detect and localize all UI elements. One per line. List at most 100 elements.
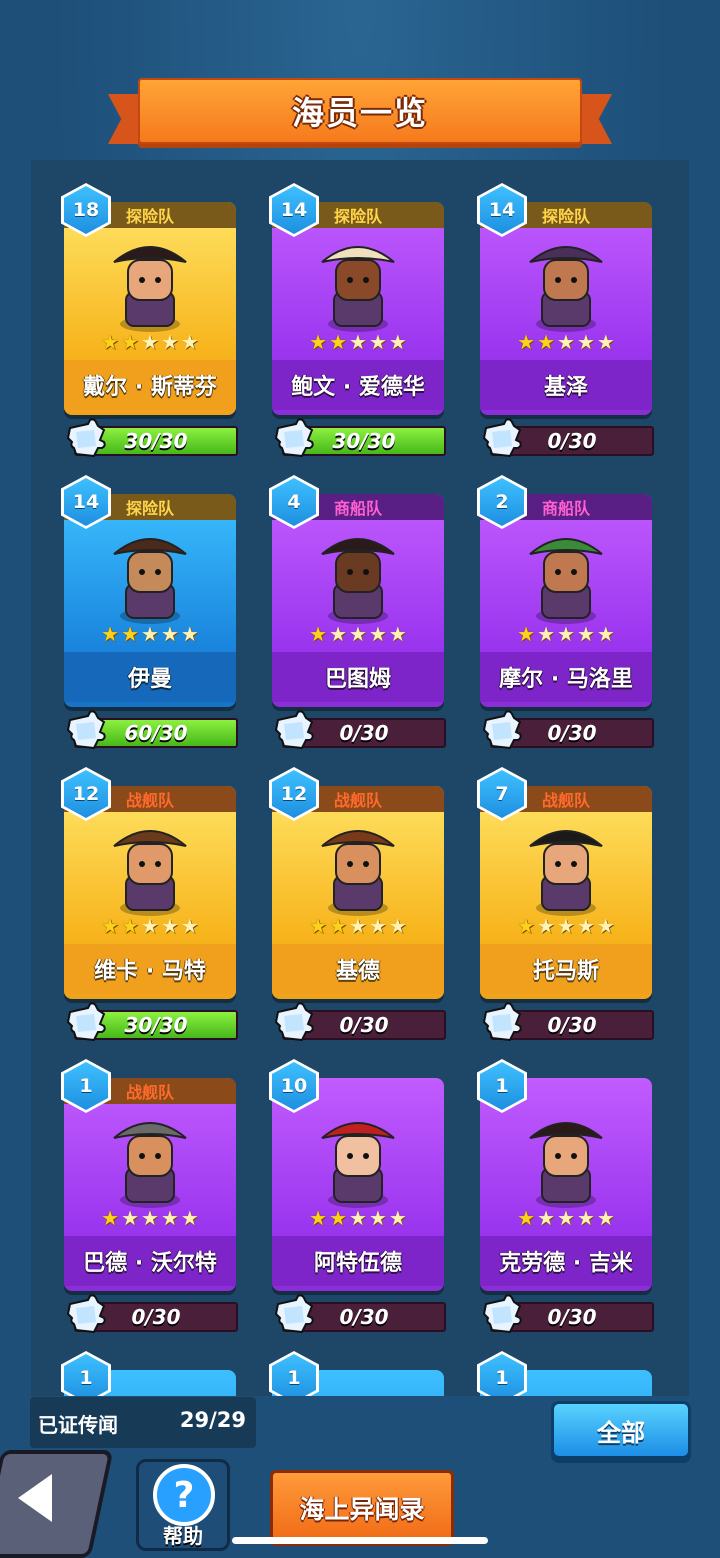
puzzle-piece-icon xyxy=(272,1294,316,1334)
star-icon: ★ xyxy=(309,1206,328,1230)
braid-lady-icon xyxy=(308,524,408,624)
crew-card[interactable]: 探险队 ★ ★ ★ ★ ★ 基泽 14 0/30 xyxy=(477,183,654,458)
crew-card[interactable]: 战舰队 ★ ★ ★ ★ ★ 巴德 · 沃尔特 1 0/30 xyxy=(61,1059,238,1334)
puzzle-piece-icon xyxy=(64,418,108,458)
star-icon: ★ xyxy=(576,622,595,646)
star-icon: ★ xyxy=(101,914,120,938)
crew-card-partial[interactable]: 1 xyxy=(477,1351,652,1396)
star-rating: ★ ★ ★ ★ ★ xyxy=(480,914,652,940)
star-icon: ★ xyxy=(121,330,140,354)
star-icon: ★ xyxy=(557,622,575,646)
star-icon: ★ xyxy=(368,1206,387,1230)
crew-card[interactable]: 探险队 ★ ★ ★ ★ ★ 鲍文 · 爱德华 14 30/30 xyxy=(269,183,446,458)
star-icon: ★ xyxy=(537,330,556,354)
help-button[interactable]: ? 帮助 xyxy=(136,1459,230,1551)
help-label: 帮助 xyxy=(163,1524,203,1548)
star-icon: ★ xyxy=(180,1206,199,1230)
crew-card[interactable]: 战舰队 ★ ★ ★ ★ ★ 托马斯 7 0/30 xyxy=(477,767,654,1042)
sea-tales-button[interactable]: 海上异闻录 xyxy=(270,1470,454,1546)
star-icon: ★ xyxy=(557,914,575,938)
pirate-captain-icon xyxy=(516,1108,616,1208)
star-icon: ★ xyxy=(537,914,556,938)
star-icon: ★ xyxy=(309,622,328,646)
star-icon: ★ xyxy=(349,914,367,938)
puzzle-piece-icon xyxy=(64,710,108,750)
puzzle-piece-icon xyxy=(480,1002,524,1042)
star-icon: ★ xyxy=(368,622,387,646)
star-icon: ★ xyxy=(141,622,159,646)
skull-hat-pirate-icon xyxy=(516,816,616,916)
star-rating: ★ ★ ★ ★ ★ xyxy=(272,914,444,940)
puzzle-piece-icon xyxy=(480,418,524,458)
puzzle-piece-icon xyxy=(272,418,316,458)
crew-card[interactable]: 战舰队 ★ ★ ★ ★ ★ 基德 12 0/30 xyxy=(269,767,446,1042)
proved-count: 29/29 xyxy=(179,1408,246,1432)
banner-main: 海员一览 xyxy=(138,78,582,144)
crew-card[interactable]: 探险队 ★ ★ ★ ★ ★ 戴尔 · 斯蒂芬 18 30/30 xyxy=(61,183,238,458)
star-icon: ★ xyxy=(101,330,120,354)
crew-card[interactable]: 商船队 ★ ★ ★ ★ ★ 巴图姆 4 0/30 xyxy=(269,475,446,750)
crew-card[interactable]: 探险队 ★ ★ ★ ★ ★ 伊曼 14 60/30 xyxy=(61,475,238,750)
pirate-captain-icon xyxy=(100,232,200,332)
star-rating: ★ ★ ★ ★ ★ xyxy=(480,330,652,356)
back-arrow-icon xyxy=(18,1474,52,1522)
star-icon: ★ xyxy=(160,1206,179,1230)
star-icon: ★ xyxy=(141,1206,159,1230)
star-icon: ★ xyxy=(537,1206,556,1230)
star-icon: ★ xyxy=(329,330,348,354)
puzzle-piece-icon xyxy=(272,710,316,750)
star-icon: ★ xyxy=(349,330,367,354)
page-title: 海员一览 xyxy=(291,94,428,132)
puzzle-piece-icon xyxy=(64,1002,108,1042)
star-icon: ★ xyxy=(329,622,348,646)
star-rating: ★ ★ ★ ★ ★ xyxy=(64,622,236,648)
crew-grid[interactable]: 探险队 ★ ★ ★ ★ ★ 戴尔 · 斯蒂芬 18 30/30 探险队 ★ ★ … xyxy=(31,160,689,1396)
filter-all-button[interactable]: 全部 xyxy=(551,1401,691,1459)
crew-card-partial[interactable]: 1 xyxy=(61,1351,236,1396)
crew-name: 巴德 · 沃尔特 xyxy=(64,1236,236,1286)
star-rating: ★ ★ ★ ★ ★ xyxy=(272,622,444,648)
star-icon: ★ xyxy=(141,914,159,938)
curly-hair-icon xyxy=(100,524,200,624)
star-icon: ★ xyxy=(329,914,348,938)
star-icon: ★ xyxy=(121,1206,140,1230)
crew-name: 阿特伍德 xyxy=(272,1236,444,1286)
crew-card[interactable]: ★ ★ ★ ★ ★ 阿特伍德 10 0/30 xyxy=(269,1059,446,1334)
puzzle-piece-icon xyxy=(272,1002,316,1042)
puzzle-piece-icon xyxy=(64,1294,108,1334)
crew-name: 巴图姆 xyxy=(272,652,444,702)
proved-rumors-box: 已证传闻 29/29 xyxy=(30,1397,256,1448)
proved-label: 已证传闻 xyxy=(38,1413,118,1437)
crew-name: 克劳德 · 吉米 xyxy=(480,1236,652,1286)
puzzle-piece-icon xyxy=(480,1294,524,1334)
star-icon: ★ xyxy=(141,330,159,354)
star-icon: ★ xyxy=(329,1206,348,1230)
crew-name: 摩尔 · 马洛里 xyxy=(480,652,652,702)
star-icon: ★ xyxy=(349,622,367,646)
star-icon: ★ xyxy=(309,330,328,354)
crew-name: 维卡 · 马特 xyxy=(64,944,236,994)
crew-name: 托马斯 xyxy=(480,944,652,994)
question-mark-icon: ? xyxy=(153,1464,215,1526)
star-icon: ★ xyxy=(121,622,140,646)
red-hair-lady-icon xyxy=(308,1108,408,1208)
crew-card[interactable]: 战舰队 ★ ★ ★ ★ ★ 维卡 · 马特 12 30/30 xyxy=(61,767,238,1042)
star-icon: ★ xyxy=(388,330,407,354)
star-icon: ★ xyxy=(537,622,556,646)
crew-card[interactable]: ★ ★ ★ ★ ★ 克劳德 · 吉米 1 0/30 xyxy=(477,1059,654,1334)
star-icon: ★ xyxy=(180,914,199,938)
crowned-king-icon xyxy=(308,816,408,916)
viking-icon xyxy=(100,1108,200,1208)
star-icon: ★ xyxy=(160,622,179,646)
star-icon: ★ xyxy=(557,330,575,354)
star-icon: ★ xyxy=(388,622,407,646)
star-rating: ★ ★ ★ ★ ★ xyxy=(272,1206,444,1232)
star-icon: ★ xyxy=(368,330,387,354)
crew-card-partial[interactable]: 1 xyxy=(269,1351,444,1396)
star-icon: ★ xyxy=(101,1206,120,1230)
star-rating: ★ ★ ★ ★ ★ xyxy=(64,330,236,356)
star-icon: ★ xyxy=(596,622,615,646)
star-rating: ★ ★ ★ ★ ★ xyxy=(480,622,652,648)
crew-card[interactable]: 商船队 ★ ★ ★ ★ ★ 摩尔 · 马洛里 2 0/30 xyxy=(477,475,654,750)
star-icon: ★ xyxy=(517,914,536,938)
